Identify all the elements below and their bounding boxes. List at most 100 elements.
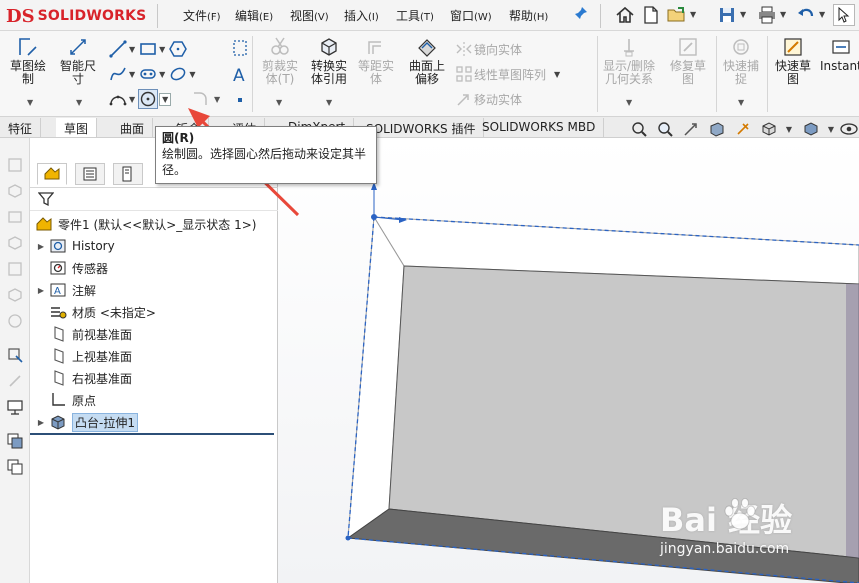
repair-sketch-button[interactable]: 修复草图 (664, 36, 712, 86)
offset-on-surface-button[interactable]: 曲面上 偏移 (404, 36, 450, 86)
tab-sketch[interactable]: 草图 (56, 118, 98, 137)
tab-features[interactable]: 特征 (0, 118, 42, 137)
strip-tool-icon[interactable] (5, 431, 25, 451)
move-entities-button[interactable]: 移动实体 (454, 88, 522, 110)
tab-feature-manager[interactable] (37, 163, 67, 185)
offset-entities-button[interactable]: 等距实体 (356, 36, 396, 86)
tree-item[interactable]: ▶ 凸台-拉伸1 (34, 411, 274, 433)
chevron-down-icon[interactable]: ▼ (159, 45, 165, 54)
strip-tool-icon[interactable] (5, 311, 25, 331)
new-document-icon[interactable] (640, 4, 662, 26)
instant2d-button[interactable]: Instant2D (820, 36, 859, 73)
strip-tool-icon[interactable] (5, 371, 25, 391)
rectangle-icon[interactable] (138, 39, 158, 59)
chevron-down-icon[interactable]: ▼ (76, 98, 82, 107)
strip-tool-icon[interactable] (5, 207, 25, 227)
chevron-down-icon[interactable]: ▼ (159, 92, 172, 106)
menu-edit[interactable]: 编辑(E) (235, 7, 273, 24)
menu-help[interactable]: 帮助(H) (509, 7, 548, 24)
chevron-down-icon[interactable]: ▼ (27, 98, 33, 107)
text-icon[interactable]: A (230, 64, 250, 84)
chevron-down-icon[interactable]: ▼ (819, 10, 825, 19)
tree-item[interactable]: 右视基准面 (34, 367, 274, 389)
tab-surfaces[interactable]: 曲面 (112, 118, 154, 137)
chevron-down-icon[interactable]: ▼ (159, 70, 165, 79)
tree-item[interactable]: 传感器 (34, 257, 274, 279)
chevron-down-icon[interactable]: ▼ (690, 10, 696, 19)
open-folder-icon[interactable] (666, 4, 688, 26)
chevron-down-icon[interactable]: ▼ (554, 70, 560, 79)
mirror-entities-button[interactable]: 镜向实体 (454, 38, 522, 60)
print-icon[interactable] (756, 4, 778, 26)
arc-icon[interactable] (108, 89, 128, 109)
display-style-icon[interactable] (801, 121, 821, 137)
tab-property-manager[interactable] (75, 163, 105, 185)
chevron-down-icon[interactable]: ▼ (129, 45, 135, 54)
convert-entities-button[interactable]: 转换实 体引用 (306, 36, 352, 86)
tree-item[interactable]: ▶ A 注解 (34, 279, 274, 301)
chevron-down-icon[interactable]: ▼ (214, 95, 220, 104)
menu-window[interactable]: 窗口(W) (450, 7, 492, 24)
expand-arrow-icon[interactable]: ▶ (34, 242, 48, 251)
chevron-down-icon[interactable]: ▼ (738, 98, 744, 107)
linear-pattern-button[interactable]: 线性草图阵列 ▼ (454, 63, 563, 85)
tree-item[interactable]: ▶ History (34, 235, 274, 257)
trim-entities-button[interactable]: 剪裁实 体(T) (256, 36, 304, 86)
ellipse-icon[interactable] (168, 64, 188, 84)
strip-tool-icon[interactable] (5, 457, 25, 477)
undo-icon[interactable] (795, 4, 817, 26)
tab-mbd[interactable]: SOLIDWORKS MBD (474, 118, 605, 137)
strip-tool-icon[interactable] (5, 285, 25, 305)
zoom-area-icon[interactable] (655, 121, 675, 137)
tree-item[interactable]: 材质 <未指定> (34, 301, 274, 323)
chevron-down-icon[interactable]: ▼ (740, 10, 746, 19)
menu-file[interactable]: 文件(F) (183, 7, 221, 24)
chevron-down-icon[interactable]: ▼ (626, 98, 632, 107)
polygon-icon[interactable] (168, 39, 188, 59)
chevron-down-icon[interactable]: ▼ (779, 121, 799, 137)
chevron-down-icon[interactable]: ▼ (326, 98, 332, 107)
line-icon[interactable] (108, 39, 128, 59)
previous-view-icon[interactable] (681, 121, 701, 137)
tree-item[interactable]: 上视基准面 (34, 345, 274, 367)
chevron-down-icon[interactable]: ▼ (189, 70, 195, 79)
slot-icon[interactable] (138, 64, 158, 84)
display-delete-relations-button[interactable]: 显示/删除 几何关系 (600, 36, 658, 86)
filter-icon[interactable] (37, 191, 55, 210)
tree-item[interactable]: 原点 (34, 389, 274, 411)
dynamic-annotation-icon[interactable] (733, 121, 753, 137)
tree-item[interactable]: 前视基准面 (34, 323, 274, 345)
strip-tool-icon[interactable] (5, 397, 25, 417)
strip-tool-icon[interactable] (5, 233, 25, 253)
sketch-button[interactable]: 草图绘制 (6, 36, 50, 86)
expand-arrow-icon[interactable]: ▶ (34, 418, 48, 427)
chevron-down-icon[interactable]: ▼ (129, 95, 135, 104)
smart-dimension-button[interactable]: 智能尺寸 (56, 36, 100, 86)
expand-arrow-icon[interactable]: ▶ (34, 286, 48, 295)
strip-tool-icon[interactable] (5, 155, 25, 175)
solidworks-logo[interactable]: DS SOLIDWORKS (6, 5, 146, 27)
chevron-down-icon[interactable]: ▼ (129, 70, 135, 79)
spline-icon[interactable] (108, 64, 128, 84)
strip-tool-icon[interactable] (5, 181, 25, 201)
chevron-down-icon[interactable]: ▼ (780, 10, 786, 19)
rapid-sketch-button[interactable]: 快速草图 (770, 36, 816, 86)
hide-show-items-icon[interactable] (839, 121, 859, 137)
section-view-icon[interactable] (707, 121, 727, 137)
menu-view[interactable]: 视图(V) (290, 7, 329, 24)
home-icon[interactable] (614, 4, 636, 26)
tab-configuration-manager[interactable] (113, 163, 143, 185)
view-orientation-icon[interactable] (759, 121, 779, 137)
chevron-down-icon[interactable]: ▼ (821, 121, 841, 137)
menu-tools[interactable]: 工具(T) (396, 7, 434, 24)
rollback-bar[interactable] (30, 433, 274, 435)
strip-tool-icon[interactable] (5, 259, 25, 279)
select-cursor-icon[interactable] (833, 4, 855, 26)
quick-snaps-button[interactable]: 快速捕捉 (718, 36, 764, 86)
pin-icon[interactable] (574, 6, 588, 24)
construction-geometry-icon[interactable] (230, 38, 250, 58)
zoom-to-fit-icon[interactable] (629, 121, 649, 137)
circle-icon[interactable] (138, 89, 159, 109)
menu-insert[interactable]: 插入(I) (344, 7, 379, 24)
save-icon[interactable] (716, 4, 738, 26)
